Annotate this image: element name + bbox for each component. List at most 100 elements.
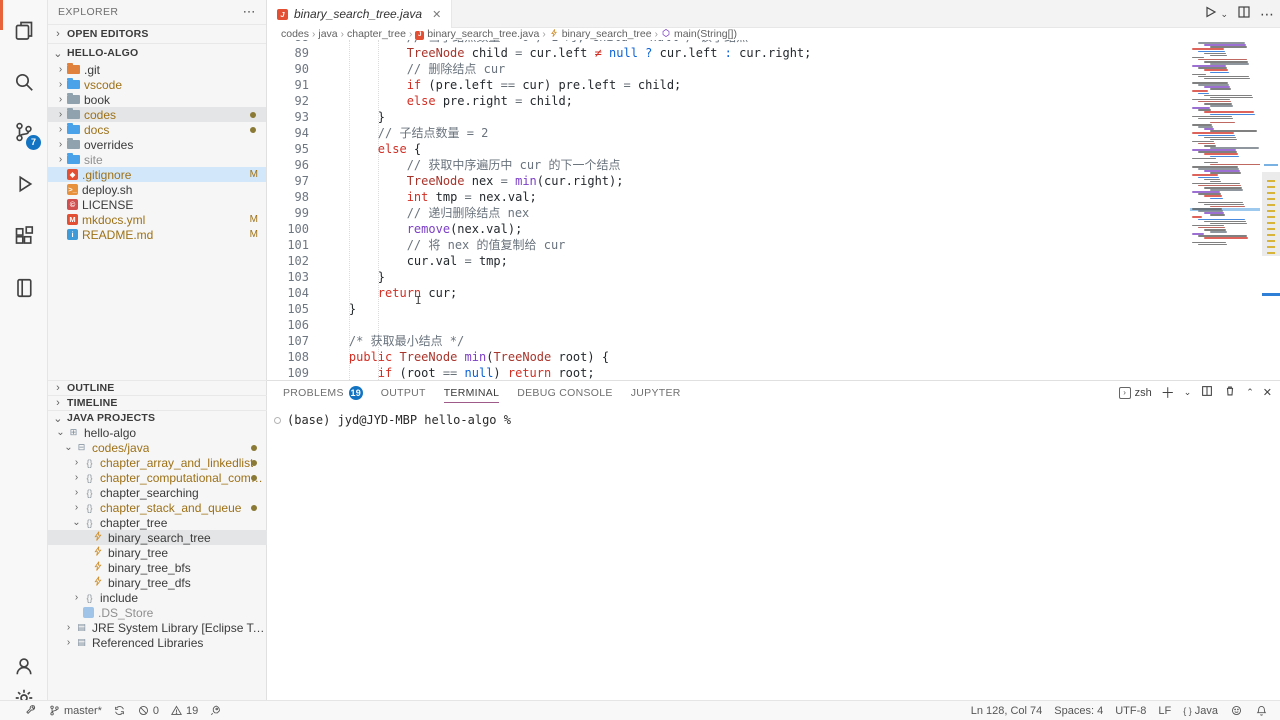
terminal-dropdown-chevron-icon[interactable]: ⌄ (1184, 387, 1192, 398)
kill-terminal-button[interactable] (1223, 384, 1237, 401)
tree-item-git[interactable]: ›.git (48, 62, 266, 77)
close-icon[interactable]: ✕ (432, 8, 441, 21)
minimap[interactable] (1190, 40, 1260, 250)
terminal-shell-selector[interactable]: › zsh (1119, 387, 1152, 399)
tab-binary-search-tree[interactable]: J binary_search_tree.java ✕ (267, 0, 452, 28)
status-encoding[interactable]: UTF-8 (1115, 705, 1146, 717)
search-icon[interactable] (0, 62, 48, 102)
status-error[interactable]: 0 (137, 704, 159, 717)
source-control-icon[interactable]: 7 (0, 112, 48, 152)
chevron-right-icon[interactable]: › (70, 457, 83, 468)
tree-item-jre-system-library-eclipse-temurin-17-17[interactable]: ›▤JRE System Library [Eclipse Temurin 17… (48, 620, 267, 635)
chevron-right-icon[interactable]: › (70, 592, 83, 603)
tree-item-chapter-array-and-linkedlist[interactable]: ›{}chapter_array_and_linkedlist (48, 455, 267, 470)
tree-item-book[interactable]: ›book (48, 92, 266, 107)
tree-item-chapter-tree[interactable]: ⌄{}chapter_tree (48, 515, 267, 530)
status-rocket[interactable] (209, 704, 222, 717)
panel-tab-problems[interactable]: PROBLEMS19 (283, 381, 363, 404)
run-dropdown-chevron-icon[interactable]: ⌄ (1220, 9, 1228, 20)
extensions-icon[interactable] (0, 216, 48, 256)
tree-item-referenced-libraries[interactable]: ›▤Referenced Libraries (48, 635, 267, 650)
chevron-right-icon[interactable]: › (70, 502, 83, 513)
status-warning[interactable]: 19 (170, 704, 198, 717)
notebook-icon[interactable] (0, 268, 48, 308)
tree-item-include[interactable]: ›{}include (48, 590, 267, 605)
tree-item-binary-tree-dfs[interactable]: binary_tree_dfs (48, 575, 267, 590)
panel-tab-jupyter[interactable]: JUPYTER (631, 381, 681, 404)
chevron-right-icon[interactable]: › (54, 139, 67, 150)
panel-tab-terminal[interactable]: TERMINAL (444, 381, 500, 404)
tree-item-overrides[interactable]: ›overrides (48, 137, 266, 152)
chevron-right-icon[interactable]: › (70, 487, 83, 498)
breadcrumb-item-codes[interactable]: codes (281, 28, 309, 40)
chevron-right-icon[interactable]: › (70, 472, 83, 483)
split-editor-button[interactable] (1236, 4, 1252, 25)
tree-item-ds-store[interactable]: .DS_Store (48, 605, 267, 620)
tree-item-vscode[interactable]: ›vscode (48, 77, 266, 92)
status-eol[interactable]: LF (1158, 705, 1171, 717)
chevron-right-icon[interactable]: › (54, 109, 67, 120)
overview-ruler[interactable] (1262, 40, 1280, 380)
section-project-root[interactable]: ⌄ HELLO-ALGO (48, 43, 266, 62)
tree-item-license[interactable]: ©LICENSE (48, 197, 266, 212)
tree-item-site[interactable]: ›site (48, 152, 266, 167)
chevron-right-icon[interactable]: › (54, 64, 67, 75)
chevron-down-icon[interactable]: ⌄ (70, 517, 83, 528)
close-panel-icon[interactable]: ✕ (1263, 386, 1272, 399)
tree-item-codes-java[interactable]: ⌄⊟codes/java (48, 440, 267, 455)
run-button[interactable] (1202, 4, 1218, 25)
section-outline[interactable]: › OUTLINE (48, 380, 267, 395)
tree-item-binary-tree[interactable]: binary_tree (48, 545, 267, 560)
status-indentation[interactable]: Spaces: 4 (1054, 705, 1103, 717)
tree-item-chapter-searching[interactable]: ›{}chapter_searching (48, 485, 267, 500)
tree-item-binary-search-tree[interactable]: binary_search_tree (48, 530, 267, 545)
chevron-down-icon[interactable]: ⌄ (62, 442, 75, 453)
breadcrumb-item-binary-search-tree-java[interactable]: Jbinary_search_tree.java (415, 28, 539, 40)
status-feedback[interactable] (1230, 704, 1243, 717)
split-terminal-button[interactable] (1200, 384, 1214, 401)
status-sync[interactable] (113, 704, 126, 717)
chevron-down-icon[interactable]: ⌄ (54, 427, 67, 438)
minimap-line (1192, 158, 1216, 160)
status-bar: master* 0 19 Ln 128, Col 74 Spaces: 4 UTF-8 L… (0, 700, 1280, 720)
explorer-icon[interactable] (0, 10, 48, 50)
maximize-panel-chevron-icon[interactable]: ⌃ (1246, 387, 1254, 398)
more-actions-icon[interactable]: ⋯ (1260, 6, 1274, 23)
tree-item-deploy-sh[interactable]: >_deploy.sh (48, 182, 266, 197)
chevron-right-icon[interactable]: › (54, 79, 67, 90)
tree-item-hello-algo[interactable]: ⌄⊞hello-algo (48, 425, 267, 440)
views-more-actions-icon[interactable]: ⋯ (243, 4, 256, 20)
code-editor[interactable]: 88 // 当子结点数量 = 0 / 1 时, child = null / 该… (267, 40, 1280, 380)
status-branch[interactable]: master* (48, 704, 102, 717)
tree-item-codes[interactable]: ›codes (48, 107, 266, 122)
section-timeline[interactable]: › TIMELINE (48, 395, 267, 410)
tree-item-mkdocs-yml[interactable]: Mmkdocs.ymlM (48, 212, 266, 227)
tree-item-chapter-stack-and-queue[interactable]: ›{}chapter_stack_and_queue (48, 500, 267, 515)
breadcrumb-item-main-string[interactable]: main(String[]) (661, 28, 737, 40)
section-open-editors[interactable]: › OPEN EDITORS (48, 24, 266, 43)
status-cursor-position[interactable]: Ln 128, Col 74 (971, 705, 1043, 717)
tree-item-chapter-computational-complexity[interactable]: ›{}chapter_computational_complexity (48, 470, 267, 485)
tree-item-binary-tree-bfs[interactable]: binary_tree_bfs (48, 560, 267, 575)
chevron-right-icon[interactable]: › (54, 94, 67, 105)
section-java-projects[interactable]: ⌄ JAVA PROJECTS (48, 410, 267, 425)
terminal-view[interactable]: (base) jyd@JYD-MBP hello-algo % (267, 404, 1280, 701)
status-language-mode[interactable]: { }Java (1183, 705, 1218, 717)
status-tools[interactable] (24, 704, 37, 717)
tree-item-gitignore[interactable]: ◆.gitignoreM (48, 167, 266, 182)
chevron-right-icon[interactable]: › (54, 154, 67, 165)
breadcrumb-item-binary-search-tree[interactable]: binary_search_tree (549, 28, 652, 40)
chevron-right-icon[interactable]: › (62, 622, 75, 633)
run-and-debug-icon[interactable] (0, 164, 48, 204)
tree-item-docs[interactable]: ›docs (48, 122, 266, 137)
panel-tab-output[interactable]: OUTPUT (381, 381, 426, 404)
breadcrumb-item-java[interactable]: java (318, 28, 337, 40)
scrollbar-thumb[interactable] (1262, 172, 1280, 256)
breadcrumb-item-chapter-tree[interactable]: chapter_tree (347, 28, 406, 40)
chevron-right-icon[interactable]: › (62, 637, 75, 648)
tree-item-readme-md[interactable]: iREADME.mdM (48, 227, 266, 242)
chevron-right-icon[interactable]: › (54, 124, 67, 135)
panel-tab-debug-console[interactable]: DEBUG CONSOLE (517, 381, 613, 404)
new-terminal-button[interactable]: ＋ (1161, 383, 1175, 403)
status-notifications[interactable] (1255, 704, 1268, 717)
